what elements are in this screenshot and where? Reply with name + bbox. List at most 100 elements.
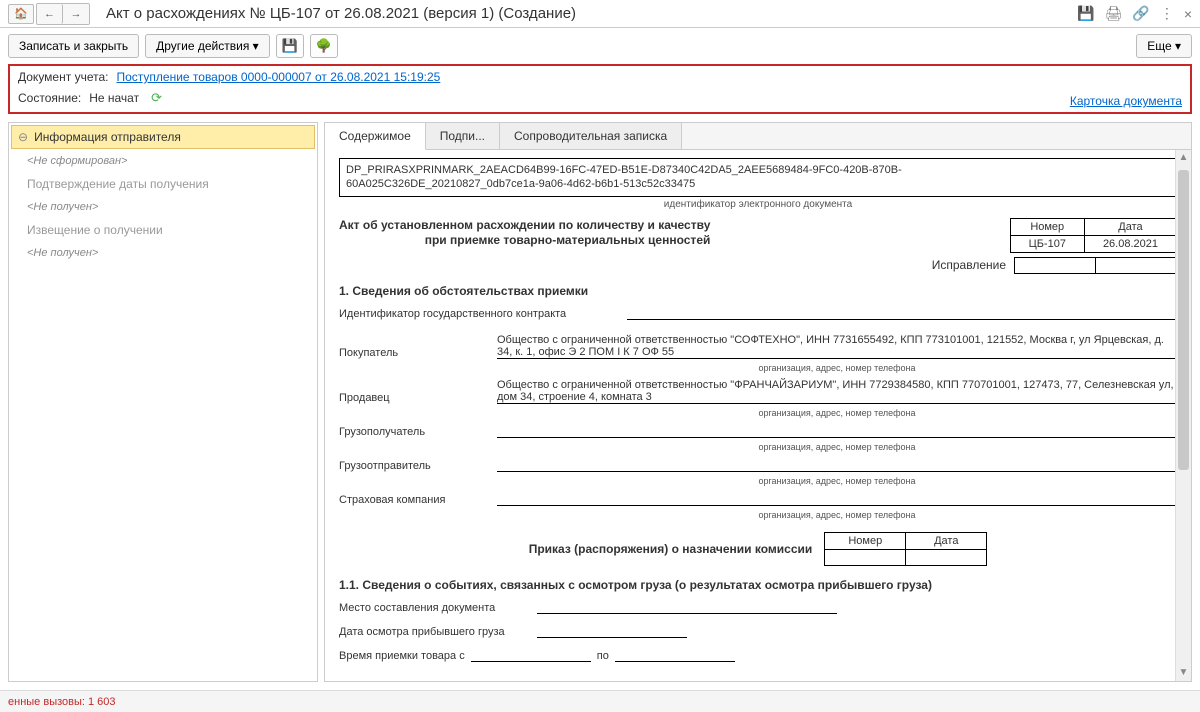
doc-id-line1: DP_PRIRASXPRINMARK_2AEACD64B99-16FC-47ED… (346, 163, 1170, 177)
contract-row: Идентификатор государственного контракта (339, 306, 1177, 320)
more-icon[interactable]: ⋮ (1160, 5, 1174, 22)
forward-button[interactable]: → (63, 4, 89, 24)
scroll-thumb[interactable] (1178, 170, 1189, 470)
correction-table (1014, 257, 1177, 274)
nav-group: ← → (36, 3, 90, 25)
close-icon[interactable]: × (1184, 6, 1192, 22)
link-icon[interactable]: 🔗 (1132, 5, 1149, 22)
doc-label: Документ учета: (18, 70, 108, 84)
order-label: Приказ (распоряжения) о назначении комис… (529, 542, 813, 556)
tab-sign[interactable]: Подпи... (426, 123, 500, 149)
order-num-h: Номер (825, 532, 906, 549)
section-1: 1. Сведения об обстоятельствах приемки (339, 284, 1177, 298)
consignee-label: Грузополучатель (339, 426, 489, 438)
doc-id-line2: 60A025C326DE_20210827_0db7ce1a-9a06-4d62… (346, 177, 1170, 191)
document-body: DP_PRIRASXPRINMARK_2AEACD64B99-16FC-47ED… (325, 150, 1191, 681)
seller-label: Продавец (339, 392, 489, 404)
seller-hint: организация, адрес, номер телефона (497, 408, 1177, 418)
insurance-label: Страховая компания (339, 494, 489, 506)
info-block: Документ учета: Поступление товаров 0000… (8, 64, 1192, 114)
order-date-h: Дата (906, 532, 987, 549)
head-line2: при приемке товарно-материальных ценност… (339, 233, 710, 249)
toolbar: Записать и закрыть Другие действия ▾ 💾 🌳… (0, 28, 1200, 64)
right-panel: Содержимое Подпи... Сопроводительная зап… (324, 122, 1192, 682)
consignor-value (497, 458, 1177, 472)
tab-content[interactable]: Содержимое (325, 123, 426, 150)
time-to (615, 648, 735, 662)
not-received-2: <Не получен> (9, 243, 317, 263)
head-text: Акт об установленном расхождении по коли… (339, 218, 710, 249)
refresh-icon[interactable]: ⟳ (151, 90, 162, 106)
confirm-section[interactable]: Подтверждение даты получения (9, 171, 317, 197)
doc-id-box: DP_PRIRASXPRINMARK_2AEACD64B99-16FC-47ED… (339, 158, 1177, 197)
left-panel: ⊖ Информация отправителя <Не сформирован… (8, 122, 318, 682)
time-row: Время приемки товара с по (339, 648, 1177, 662)
buyer-label: Покупатель (339, 347, 489, 359)
calls-text: енные вызовы: 1 603 (8, 696, 116, 708)
tab-cover[interactable]: Сопроводительная записка (500, 123, 682, 149)
home-button[interactable]: 🏠 (8, 4, 34, 24)
calls-value: 1 603 (88, 696, 116, 708)
state-label: Состояние: (18, 91, 81, 105)
card-link[interactable]: Карточка документа (1070, 94, 1182, 108)
back-button[interactable]: ← (37, 4, 63, 24)
place-row: Место составления документа (339, 600, 1177, 614)
contract-label: Идентификатор государственного контракта (339, 308, 619, 320)
sender-info-label: Информация отправителя (34, 130, 181, 144)
main: ⊖ Информация отправителя <Не сформирован… (8, 122, 1192, 682)
calls-label: енные вызовы: (8, 696, 88, 708)
other-actions-button[interactable]: Другие действия ▾ (145, 34, 270, 58)
section-11: 1.1. Сведения о событиях, связанных с ос… (339, 578, 1177, 592)
seller-value: Общество с ограниченной ответственностью… (497, 379, 1177, 404)
seller-row: Продавец Общество с ограниченной ответст… (339, 379, 1177, 404)
time-label: Время приемки товара с (339, 650, 465, 662)
state-row: Состояние: Не начат ⟳ (18, 90, 1182, 106)
not-formed: <Не сформирован> (9, 151, 317, 171)
consignee-row: Грузополучатель (339, 424, 1177, 438)
consignor-row: Грузоотправитель (339, 458, 1177, 472)
structure-icon-button[interactable]: 🌳 (310, 34, 338, 58)
collapse-icon[interactable]: ⊖ (18, 130, 28, 144)
app-root: 🏠 ← → Акт о расхождениях № ЦБ-107 от 26.… (0, 0, 1200, 712)
buyer-value: Общество с ограниченной ответственностью… (497, 334, 1177, 359)
top-right-icons: 💾 🖨 🔗 ⋮ × (1077, 5, 1192, 22)
page-title: Акт о расхождениях № ЦБ-107 от 26.08.202… (98, 5, 1077, 22)
insp-date-value (537, 624, 687, 638)
insurance-row: Страховая компания (339, 492, 1177, 506)
insurance-hint: организация, адрес, номер телефона (497, 510, 1177, 520)
place-label: Место составления документа (339, 602, 529, 614)
print-icon[interactable]: 🖨 (1105, 5, 1123, 22)
save-icon[interactable]: 💾 (1077, 5, 1094, 22)
doc-id-label: идентификатор электронного документа (339, 199, 1177, 210)
tabs: Содержимое Подпи... Сопроводительная зап… (325, 123, 1191, 150)
order-row: Приказ (распоряжения) о назначении комис… (339, 532, 1177, 566)
num-value: ЦБ-107 (1010, 235, 1084, 252)
notice-section[interactable]: Извещение о получении (9, 217, 317, 243)
date-header: Дата (1084, 218, 1176, 235)
time-from (471, 648, 591, 662)
buyer-row: Покупатель Общество с ограниченной ответ… (339, 334, 1177, 359)
doc-link[interactable]: Поступление товаров 0000-000007 от 26.08… (116, 70, 440, 84)
scroll-down-icon[interactable]: ▼ (1176, 665, 1191, 681)
save-close-button[interactable]: Записать и закрыть (8, 34, 139, 58)
consignee-hint: организация, адрес, номер телефона (497, 442, 1177, 452)
consignor-label: Грузоотправитель (339, 460, 489, 472)
time-to-label: по (597, 650, 609, 662)
save-icon-button[interactable]: 💾 (276, 34, 304, 58)
correction-label: Исправление (932, 258, 1006, 272)
insp-date-label: Дата осмотра прибывшего груза (339, 626, 529, 638)
order-table: НомерДата (824, 532, 987, 566)
more-button[interactable]: Еще ▾ (1136, 34, 1192, 58)
num-header: Номер (1010, 218, 1084, 235)
correction-row: Исправление (339, 257, 1177, 274)
doc-row: Документ учета: Поступление товаров 0000… (18, 70, 1182, 84)
insurance-value (497, 492, 1177, 506)
vertical-scrollbar[interactable]: ▲ ▼ (1175, 150, 1191, 681)
sender-info-header[interactable]: ⊖ Информация отправителя (11, 125, 315, 149)
contract-value (627, 306, 1177, 320)
not-received-1: <Не получен> (9, 197, 317, 217)
insp-date-row: Дата осмотра прибывшего груза (339, 624, 1177, 638)
footer: енные вызовы: 1 603 (0, 690, 1200, 712)
topbar: 🏠 ← → Акт о расхождениях № ЦБ-107 от 26.… (0, 0, 1200, 28)
scroll-up-icon[interactable]: ▲ (1176, 150, 1191, 166)
